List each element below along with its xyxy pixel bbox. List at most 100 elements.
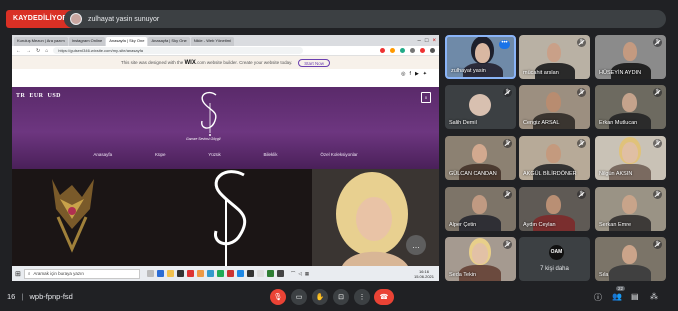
keyboard-icon[interactable]: ▦	[305, 271, 309, 277]
info-icon[interactable]: ⓘ	[594, 292, 602, 303]
tab-label: Kuruluş Mezun | Ara yazım	[17, 38, 65, 43]
mic-off-icon: 🎙	[653, 38, 662, 47]
participant-tile[interactable]: ••• zulhayat yasin	[445, 35, 516, 79]
logo-subtitle: Gamze Sevinsi Göçgil	[186, 137, 221, 141]
minimize-icon[interactable]: –	[418, 38, 421, 44]
participant-tile[interactable]: 🎙 Nilgün AKSIN	[595, 136, 666, 180]
cart-icon[interactable]: 0	[421, 92, 431, 103]
participant-tile[interactable]: 🎙 Erkan Mutlucan	[595, 85, 666, 129]
camera-button[interactable]: ▭	[291, 289, 307, 305]
forward-icon[interactable]: →	[26, 48, 31, 54]
participant-video	[546, 144, 561, 163]
participant-video	[623, 42, 637, 61]
activities-icon[interactable]: ⁂	[650, 292, 658, 301]
chrome-icon[interactable]	[256, 270, 264, 277]
more-options-icon[interactable]: •••	[499, 40, 510, 49]
participant-video	[622, 93, 637, 112]
task-view-icon[interactable]	[146, 270, 154, 277]
instagram-icon[interactable]: ◎	[401, 71, 405, 77]
edge-icon[interactable]	[156, 270, 164, 277]
nav-item-bileklik[interactable]: Bileklik	[264, 152, 278, 157]
chat-icon[interactable]: ▤	[631, 292, 639, 301]
app-icon[interactable]	[226, 270, 234, 277]
app-icon[interactable]	[276, 270, 284, 277]
start-now-button[interactable]: Start Now	[298, 58, 331, 67]
extension-icon[interactable]	[410, 48, 415, 53]
participant-video	[609, 265, 651, 281]
firefox-icon[interactable]	[196, 270, 204, 277]
extension-icon[interactable]	[420, 48, 425, 53]
browser-tab[interactable]: Kuruluş Mezun | Ara yazım	[14, 37, 68, 46]
word-icon[interactable]	[236, 270, 244, 277]
participant-tile[interactable]: 🎙 mücahit arslan	[519, 35, 590, 79]
store-icon[interactable]	[176, 270, 184, 277]
volume-icon[interactable]: ◁	[298, 271, 301, 277]
site-chat-icon[interactable]: …	[406, 235, 426, 255]
meeting-code[interactable]: wpb-fpnp-fsd	[29, 292, 72, 301]
excel-icon[interactable]	[216, 270, 224, 277]
participant-tile[interactable]: 🎙 Serkan Emre	[595, 187, 666, 231]
currency-switcher[interactable]: TR EUR USD	[16, 93, 61, 99]
browser-tab[interactable]: Instagram Online	[68, 37, 106, 46]
participant-tile[interactable]: 🎙 Salih Demil	[445, 85, 516, 129]
meet-window: KAYDEDİLİYOR zulhayat yasin sunuyor Kuru…	[0, 0, 678, 311]
home-icon[interactable]: ⌂	[45, 48, 48, 54]
raise-hand-button[interactable]: ✋	[312, 289, 328, 305]
app-icon[interactable]	[206, 270, 214, 277]
participant-video	[622, 142, 638, 163]
nav-item-kupe[interactable]: Küpe	[155, 152, 166, 157]
end-call-icon: ☎	[379, 294, 389, 301]
windows-start-icon[interactable]: ⊞	[15, 270, 21, 278]
participant-name: GÜLCAN CANDAN	[449, 171, 497, 177]
nav-item-yuzuk[interactable]: Yüzük	[208, 152, 221, 157]
app-icon[interactable]	[186, 270, 194, 277]
browser-tab[interactable]: Anasayfa | Sky One	[148, 37, 190, 46]
mic-off-icon: 🎙	[577, 38, 586, 47]
extension-icon[interactable]	[400, 48, 405, 53]
participant-name: Alper Çetin	[449, 222, 477, 228]
participant-tile[interactable]: 🎙 Aydın Ceylan	[519, 187, 590, 231]
extension-icon[interactable]	[380, 48, 385, 53]
reload-icon[interactable]: ↻	[36, 48, 40, 54]
app-icon[interactable]	[266, 270, 274, 277]
participant-avatar	[469, 94, 491, 116]
nav-item-ozel-koleksiyonlar[interactable]: Özel Koleksiyonlar	[320, 152, 357, 157]
folder-icon[interactable]	[166, 270, 174, 277]
more-participants-tile[interactable]: OAM 7 kişi daha	[519, 237, 590, 281]
participant-tile[interactable]: 🎙 Alper Çetin	[445, 187, 516, 231]
leave-call-button[interactable]: ☎	[374, 289, 394, 305]
wix-logo: WIX	[184, 59, 196, 66]
taskbar-search[interactable]: ⌕ Aramak için buraya yazın	[23, 268, 140, 279]
more-options-button[interactable]: ⋮	[354, 289, 370, 305]
participant-tile[interactable]: 🎙 AKGÜL BİLİRDÖNER	[519, 136, 590, 180]
participant-tile[interactable]: 🎙 HÜSEYİN AYDIN	[595, 35, 666, 79]
presenting-banner[interactable]: zulhayat yasin sunuyor	[64, 10, 666, 28]
url-input[interactable]: https://gulsenI346.wixsite.com/my-site/a…	[53, 47, 304, 54]
people-icon[interactable]: 👥	[612, 292, 622, 301]
profile-icon[interactable]	[430, 48, 435, 53]
youtube-icon[interactable]: ▶	[415, 71, 419, 77]
browser-tabstrip: Kuruluş Mezun | Ara yazım Instagram Onli…	[12, 35, 439, 46]
extension-icon[interactable]	[390, 48, 395, 53]
mic-off-icon: 🎙	[653, 139, 662, 148]
network-icon[interactable]: ⌒	[291, 271, 296, 277]
back-icon[interactable]: ←	[16, 48, 21, 54]
facebook-icon[interactable]: f	[410, 71, 411, 77]
participant-name: Serkan Emre	[599, 222, 632, 228]
twitter-icon[interactable]: ✦	[423, 71, 427, 77]
app-icon[interactable]	[246, 270, 254, 277]
participant-tile[interactable]: 🎙 Cengiz ARSAL	[519, 85, 590, 129]
present-button[interactable]: ⊡	[333, 289, 349, 305]
participant-video	[475, 43, 490, 63]
mic-off-button[interactable]: 🎙	[270, 289, 286, 305]
participant-tile[interactable]: 🎙 Sıla	[595, 237, 666, 281]
browser-tab[interactable]: Nikle - Web Yönetimi	[190, 37, 234, 46]
maximize-icon[interactable]: □	[425, 38, 429, 44]
close-icon[interactable]: ×	[432, 38, 436, 44]
browser-tab-active[interactable]: Anasayfa | Sky One	[106, 37, 148, 46]
participant-tile[interactable]: 🎙 Seda Tekin	[445, 237, 516, 281]
nav-item-anasayfa[interactable]: Anasayfa	[93, 152, 112, 157]
participant-tile[interactable]: 🎙 GÜLCAN CANDAN	[445, 136, 516, 180]
address-bar: ← → ↻ ⌂ https://gulsenI346.wixsite.com/m…	[12, 46, 439, 56]
taskbar-clock[interactable]: 16:16 15.06.2021	[414, 269, 439, 279]
